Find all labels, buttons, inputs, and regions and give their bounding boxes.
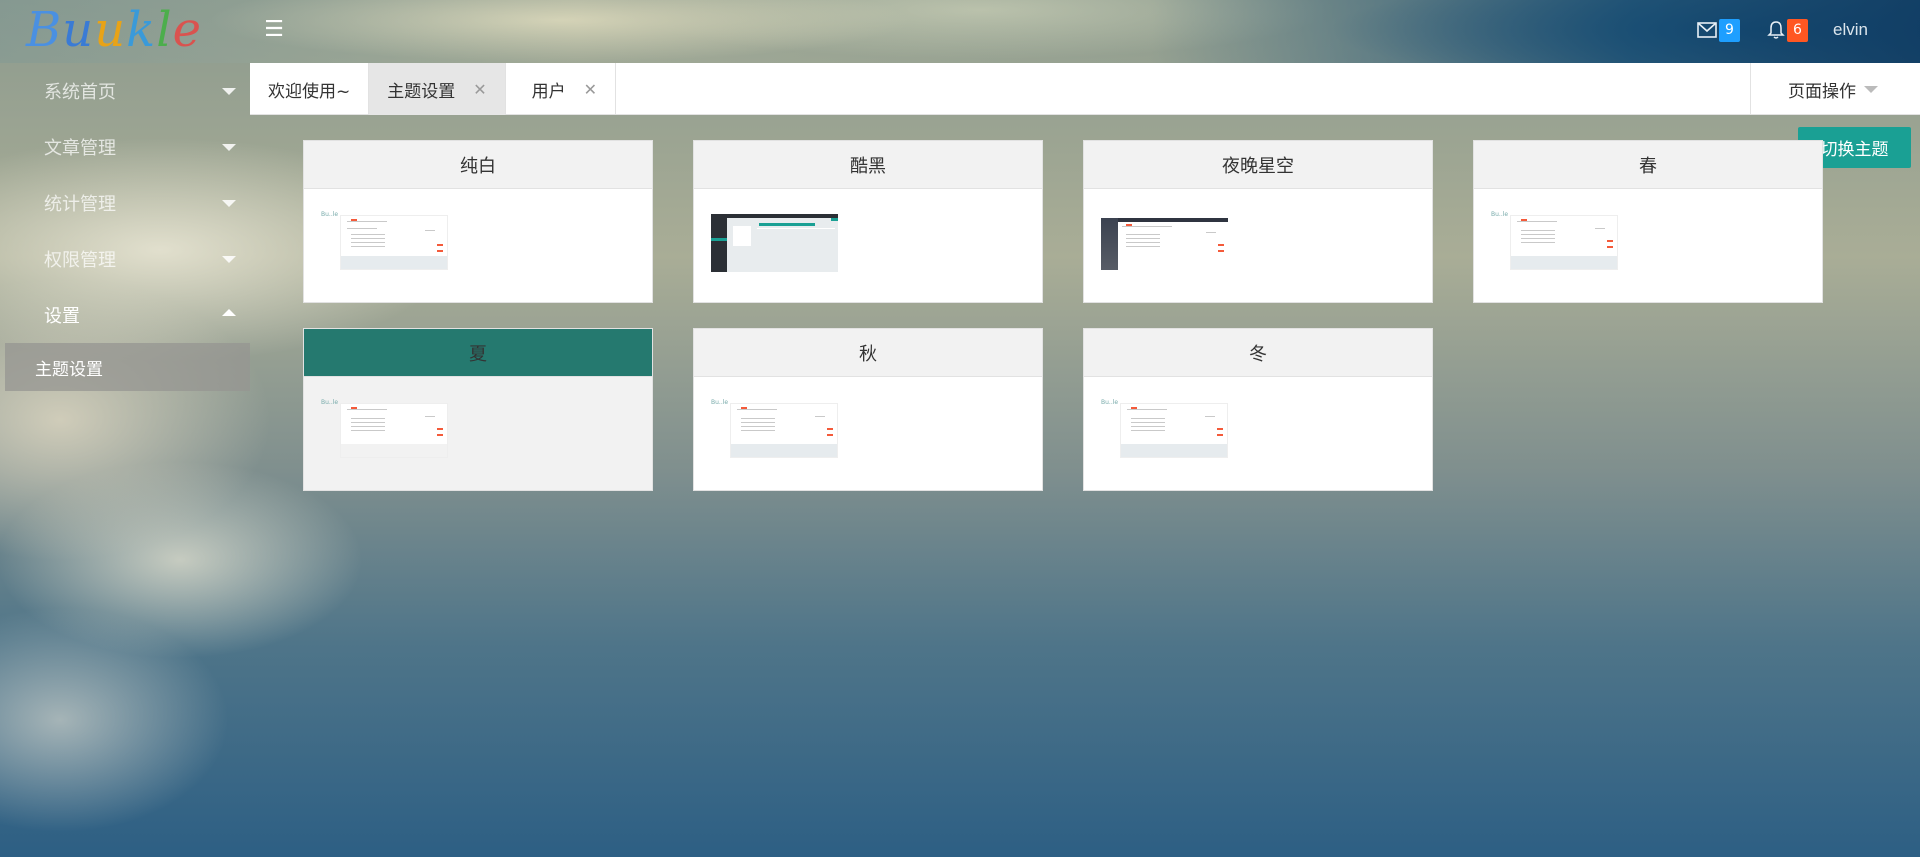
chevron-up-icon xyxy=(222,309,236,316)
tab-theme-settings[interactable]: 主题设置 ✕ xyxy=(369,63,506,115)
theme-thumbnail: Bu..le xyxy=(321,211,448,271)
chevron-down-icon xyxy=(222,144,236,151)
sidebar-subitem-theme-settings[interactable]: 主题设置 xyxy=(5,343,250,391)
page-operations-dropdown[interactable]: 页面操作 xyxy=(1750,63,1920,115)
tab-users[interactable]: 用户 ✕ xyxy=(506,63,617,115)
theme-card-title: 酷黑 xyxy=(694,141,1042,189)
hamburger-menu-icon[interactable]: ☰ xyxy=(262,18,286,42)
bell-icon xyxy=(1767,21,1785,39)
theme-preview xyxy=(694,189,1042,302)
sidebar-item-label: 设置 xyxy=(44,306,80,327)
logo-letter: u xyxy=(94,2,127,58)
theme-preview: Bu..le xyxy=(304,189,652,302)
logo-letter: B xyxy=(26,2,63,58)
theme-preview: Bu..le xyxy=(1474,189,1822,302)
theme-preview: Bu..le xyxy=(304,377,652,490)
sidebar-item-label: 文章管理 xyxy=(44,138,116,159)
theme-card-title: 冬 xyxy=(1084,329,1432,377)
chevron-down-icon xyxy=(222,88,236,95)
theme-card-autumn[interactable]: 秋 Bu..le xyxy=(693,328,1043,491)
sidebar-item-label: 统计管理 xyxy=(44,194,116,215)
theme-preview: Bu..le xyxy=(694,377,1042,490)
notification-button[interactable]: 6 xyxy=(1767,16,1808,44)
logo-letter: u xyxy=(62,2,95,58)
theme-preview: Bu..le xyxy=(1084,377,1432,490)
sidebar-item-label: 权限管理 xyxy=(44,250,116,271)
tab-label: 欢迎使用~ xyxy=(268,81,351,102)
sidebar-item-statistics[interactable]: 统计管理 xyxy=(0,175,250,231)
theme-preview xyxy=(1084,189,1432,302)
theme-thumbnail xyxy=(711,214,838,274)
theme-card-title: 纯白 xyxy=(304,141,652,189)
mail-button[interactable]: 9 xyxy=(1697,16,1740,44)
theme-thumbnail: Bu..le xyxy=(321,399,448,459)
sidebar-item-label: 系统首页 xyxy=(44,82,116,103)
theme-card-title: 夜晚星空 xyxy=(1084,141,1432,189)
theme-card-summer[interactable]: 夏 Bu..le xyxy=(303,328,653,491)
tab-bar: 欢迎使用~ 主题设置 ✕ 用户 ✕ 页面操作 xyxy=(250,63,1920,115)
logo-letter: l xyxy=(156,2,173,58)
sidebar-item-articles[interactable]: 文章管理 xyxy=(0,119,250,175)
chevron-down-icon xyxy=(222,256,236,263)
close-icon[interactable]: ✕ xyxy=(473,80,486,99)
logo: Buukle xyxy=(26,2,202,60)
sidebar: 系统首页 文章管理 统计管理 权限管理 设置 主题设置 xyxy=(0,63,250,857)
notification-count-badge: 6 xyxy=(1787,18,1808,42)
theme-card-title: 夏 xyxy=(304,329,652,377)
tab-welcome[interactable]: 欢迎使用~ xyxy=(250,63,370,115)
theme-card-title: 春 xyxy=(1474,141,1822,189)
logo-letter: k xyxy=(126,2,157,58)
mail-count-badge: 9 xyxy=(1719,18,1740,42)
caret-down-icon xyxy=(1864,85,1878,93)
user-menu[interactable]: elvin xyxy=(1833,20,1868,40)
close-icon[interactable]: ✕ xyxy=(584,80,597,99)
chevron-down-icon xyxy=(222,200,236,207)
logo-letter: e xyxy=(172,2,202,58)
page-operations-label: 页面操作 xyxy=(1788,81,1856,102)
theme-card-cool-black[interactable]: 酷黑 xyxy=(693,140,1043,303)
sidebar-item-home[interactable]: 系统首页 xyxy=(0,63,250,119)
theme-thumbnail: Bu..le xyxy=(1101,399,1228,459)
theme-thumbnail: Bu..le xyxy=(1491,211,1618,271)
theme-card-title: 秋 xyxy=(694,329,1042,377)
sidebar-subitem-label: 主题设置 xyxy=(35,359,103,380)
theme-thumbnail xyxy=(1101,218,1228,278)
top-header: Buukle ☰ 9 6 elvin xyxy=(0,0,1920,63)
theme-card-night-sky[interactable]: 夜晚星空 xyxy=(1083,140,1433,303)
theme-card-winter[interactable]: 冬 Bu..le xyxy=(1083,328,1433,491)
tab-label: 主题设置 xyxy=(387,81,456,102)
mail-icon xyxy=(1697,22,1717,38)
tab-label: 用户 xyxy=(531,81,566,102)
sidebar-item-settings[interactable]: 设置 xyxy=(0,287,250,343)
theme-card-spring[interactable]: 春 Bu..le xyxy=(1473,140,1823,303)
theme-thumbnail: Bu..le xyxy=(711,399,838,459)
sidebar-item-permissions[interactable]: 权限管理 xyxy=(0,231,250,287)
theme-card-pure-white[interactable]: 纯白 Bu..le xyxy=(303,140,653,303)
